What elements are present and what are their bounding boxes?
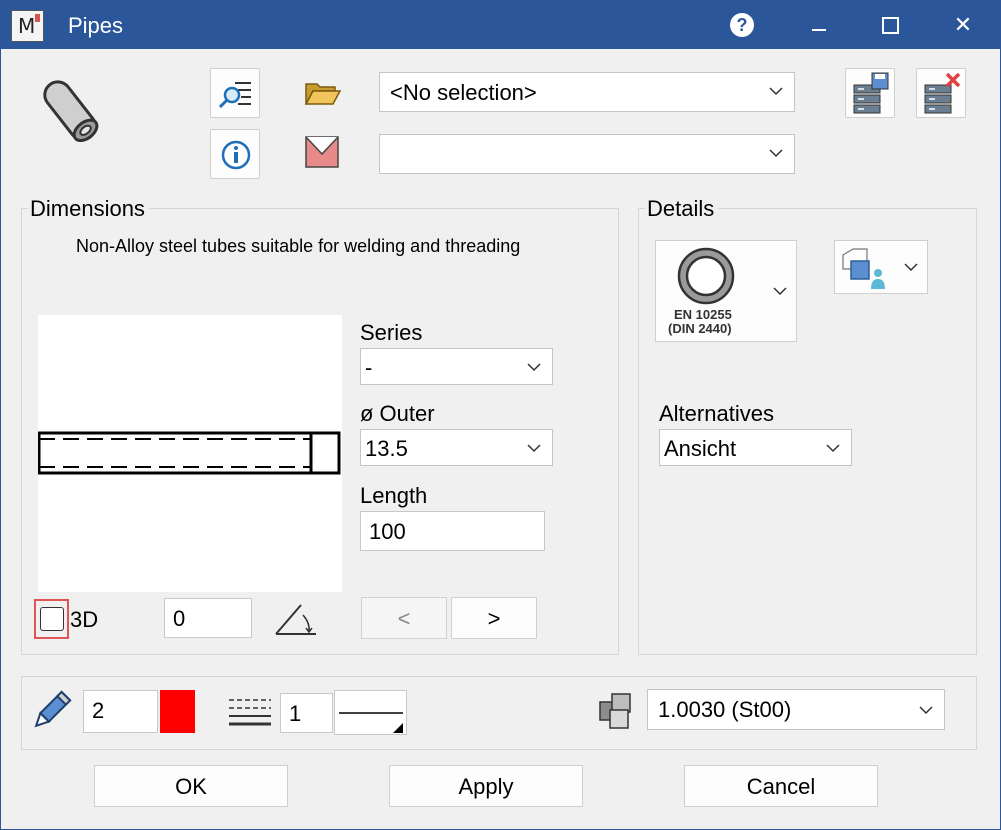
selection-value: <No selection> — [390, 80, 537, 105]
secondary-dropdown[interactable] — [379, 134, 795, 174]
pipe-icon — [43, 80, 99, 143]
close-button[interactable]: ✕ — [941, 9, 985, 41]
pencil-icon[interactable] — [29, 688, 73, 734]
angle-input[interactable]: 0 — [164, 598, 252, 638]
standard-description: Non-Alloy steel tubes suitable for weldi… — [76, 236, 521, 256]
alternatives-dropdown[interactable]: Ansicht — [659, 429, 852, 466]
alternatives-label: Alternatives — [659, 401, 774, 426]
line-width-value: 1 — [289, 701, 302, 726]
material-dropdown[interactable]: 1.0030 (St00) — [647, 689, 945, 730]
line-style-button[interactable] — [334, 690, 407, 735]
minimize-icon — [812, 29, 826, 31]
delete-database-button[interactable] — [916, 68, 966, 118]
pipe-cross-section-icon — [677, 247, 735, 305]
standard-name: EN 10255 — [674, 307, 732, 322]
chevron-down-icon — [919, 706, 933, 715]
folder-open-icon[interactable] — [303, 74, 343, 114]
next-button[interactable]: > — [451, 597, 537, 639]
app-logo-icon: M — [11, 10, 44, 42]
minimize-button[interactable] — [797, 9, 841, 41]
pipes-dialog: M Pipes ? ✕ <No selection> Dimensions No… — [0, 0, 1001, 830]
angle-value: 0 — [173, 606, 186, 631]
database-delete-icon — [924, 72, 961, 114]
info-button[interactable] — [210, 129, 260, 179]
pen-color-button[interactable] — [160, 690, 195, 733]
dimensions-group-label: Dimensions — [28, 196, 149, 222]
previous-button[interactable]: < — [361, 597, 447, 639]
cancel-button[interactable]: Cancel — [684, 765, 878, 807]
series-value: - — [365, 355, 373, 380]
threed-label: 3D — [70, 607, 99, 632]
help-icon[interactable]: ? — [730, 13, 754, 37]
chevron-down-icon — [769, 87, 783, 96]
line-style-icon — [339, 712, 403, 733]
view-selector[interactable] — [834, 240, 928, 294]
length-input[interactable]: 100 — [360, 511, 545, 551]
chevron-down-icon — [527, 363, 541, 372]
pen-number-value: 2 — [92, 698, 105, 723]
pipe-drawing — [37, 431, 341, 475]
series-dropdown[interactable]: - — [360, 348, 553, 385]
pipe-preview — [37, 315, 342, 592]
save-database-button[interactable] — [845, 68, 895, 118]
chevron-down-icon — [769, 149, 783, 158]
selection-dropdown[interactable]: <No selection> — [379, 72, 795, 112]
chevron-down-icon — [904, 263, 918, 272]
outer-diameter-dropdown[interactable]: 13.5 — [360, 429, 553, 466]
line-width-icon — [229, 699, 271, 726]
angle-icon — [275, 604, 316, 635]
envelope-icon[interactable] — [303, 134, 343, 174]
length-label: Length — [360, 483, 428, 508]
threed-checkbox[interactable] — [34, 599, 69, 639]
title-bar: M Pipes ? ✕ — [1, 1, 1001, 49]
chevron-down-icon — [826, 444, 840, 453]
window-title: Pipes — [68, 13, 124, 38]
chevron-down-icon — [773, 287, 787, 296]
material-value: 1.0030 (St00) — [658, 697, 792, 722]
standard-alt-name: (DIN 2440) — [668, 321, 732, 336]
ok-button[interactable]: OK — [94, 765, 288, 807]
outer-diameter-label: ø Outer — [360, 401, 435, 426]
apply-button[interactable]: Apply — [389, 765, 583, 807]
search-list-button[interactable] — [210, 68, 260, 118]
details-group-label: Details — [645, 196, 719, 222]
database-save-icon — [853, 72, 889, 114]
alternatives-value: Ansicht — [664, 436, 737, 461]
info-icon — [221, 140, 251, 170]
view-cube-icon — [842, 248, 885, 289]
chevron-down-icon — [527, 444, 541, 453]
maximize-button[interactable] — [869, 9, 913, 41]
series-label: Series — [360, 320, 423, 345]
pen-number-input[interactable]: 2 — [83, 690, 158, 733]
material-icon — [599, 693, 631, 729]
checkbox-box[interactable] — [40, 607, 64, 631]
maximize-icon — [882, 17, 899, 34]
standard-selector[interactable]: EN 10255 (DIN 2440) — [655, 240, 797, 342]
search-list-icon — [218, 82, 251, 109]
outer-diameter-value: 13.5 — [365, 436, 408, 461]
length-value: 100 — [369, 519, 406, 544]
line-width-input[interactable]: 1 — [280, 693, 333, 733]
